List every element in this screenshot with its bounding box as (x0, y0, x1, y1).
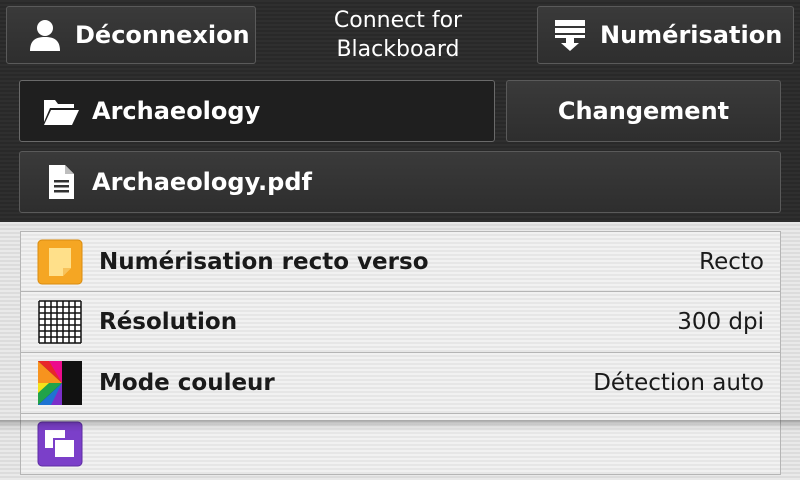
setting-multi-page[interactable] (20, 414, 781, 475)
change-label: Changement (557, 97, 730, 125)
setting-value: Recto (699, 248, 764, 275)
change-button[interactable]: Changement (506, 80, 781, 142)
scan-label: Numérisation (600, 21, 783, 49)
app-title-line2: Blackboard (336, 37, 460, 62)
setting-value: 300 dpi (677, 309, 764, 335)
setting-value: Détection auto (593, 370, 764, 396)
setting-resolution[interactable]: Résolution 300 dpi (20, 292, 781, 353)
scan-button[interactable]: Numérisation (537, 6, 794, 64)
file-name-field[interactable]: Archaeology.pdf (19, 151, 781, 213)
setting-color-mode[interactable]: Mode couleur Détection auto (20, 353, 781, 414)
logout-label: Déconnexion (75, 21, 250, 49)
folder-button[interactable]: Archaeology (19, 80, 495, 142)
color-mode-icon (37, 360, 83, 406)
logout-button[interactable]: Déconnexion (6, 6, 256, 64)
resolution-grid-icon (37, 299, 83, 345)
duplex-scan-icon (37, 239, 83, 285)
setting-label: Mode couleur (99, 370, 275, 396)
folder-open-icon (34, 96, 88, 126)
user-icon (19, 18, 71, 52)
scan-icon (544, 18, 596, 52)
multi-page-icon (37, 421, 83, 467)
settings-list: Numérisation recto verso Recto Résolutio… (20, 231, 781, 475)
setting-label: Numérisation recto verso (99, 248, 429, 275)
folder-label: Archaeology (92, 97, 261, 125)
app-title-line1: Connect for (333, 8, 463, 33)
app-title: Connect for Blackboard (262, 6, 534, 66)
setting-label: Résolution (99, 309, 238, 335)
file-label: Archaeology.pdf (92, 168, 312, 196)
document-icon (34, 164, 88, 200)
setting-duplex-scan[interactable]: Numérisation recto verso Recto (20, 231, 781, 292)
